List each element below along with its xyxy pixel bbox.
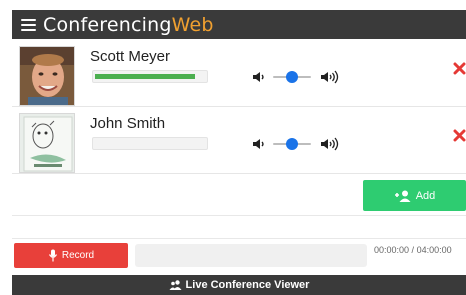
recording-elapsed: 00:00:00: [374, 245, 410, 255]
recording-total: 04:00:00: [416, 245, 452, 255]
audio-level-meter: [92, 70, 208, 83]
record-button[interactable]: Record: [14, 243, 128, 268]
users-icon: [169, 280, 182, 290]
volume-low-icon[interactable]: [252, 70, 266, 84]
recording-timer: 00:00:00 / 04:00:00: [374, 245, 452, 255]
app-title-accent: Web: [171, 13, 214, 36]
volume-slider[interactable]: [273, 69, 311, 85]
app-title: ConferencingWeb: [43, 14, 214, 36]
audio-level-fill: [95, 74, 195, 79]
volume-low-icon[interactable]: [252, 137, 266, 151]
volume-slider-knob[interactable]: [286, 138, 298, 150]
volume-slider-knob[interactable]: [286, 71, 298, 83]
volume-high-icon[interactable]: [320, 70, 340, 84]
avatar: [19, 113, 75, 173]
live-conference-viewer-label: Live Conference Viewer: [185, 279, 310, 291]
close-icon[interactable]: [453, 129, 466, 142]
recording-progress-bar: [135, 244, 367, 267]
avatar: [19, 46, 75, 106]
add-participant-button[interactable]: Add: [363, 180, 466, 211]
add-user-icon: [394, 190, 411, 202]
divider: [12, 238, 466, 239]
participant-row: John Smith: [12, 108, 466, 174]
participant-name: Scott Meyer: [90, 48, 171, 65]
add-button-label: Add: [415, 189, 436, 202]
record-button-label: Record: [61, 250, 95, 261]
volume-slider[interactable]: [273, 136, 311, 152]
audio-level-meter: [92, 137, 208, 150]
microphone-icon: [48, 249, 57, 262]
close-icon[interactable]: [453, 62, 466, 75]
volume-control: [252, 136, 340, 152]
participant-name: John Smith: [90, 115, 166, 132]
app-header: ConferencingWeb: [12, 10, 466, 39]
divider: [12, 215, 466, 216]
hamburger-icon[interactable]: [21, 18, 36, 31]
volume-control: [252, 69, 340, 85]
app-title-main: Conferencing: [43, 13, 172, 36]
participant-row: Scott Meyer: [12, 41, 466, 107]
live-conference-viewer-button[interactable]: Live Conference Viewer: [12, 275, 466, 295]
volume-high-icon[interactable]: [320, 137, 340, 151]
